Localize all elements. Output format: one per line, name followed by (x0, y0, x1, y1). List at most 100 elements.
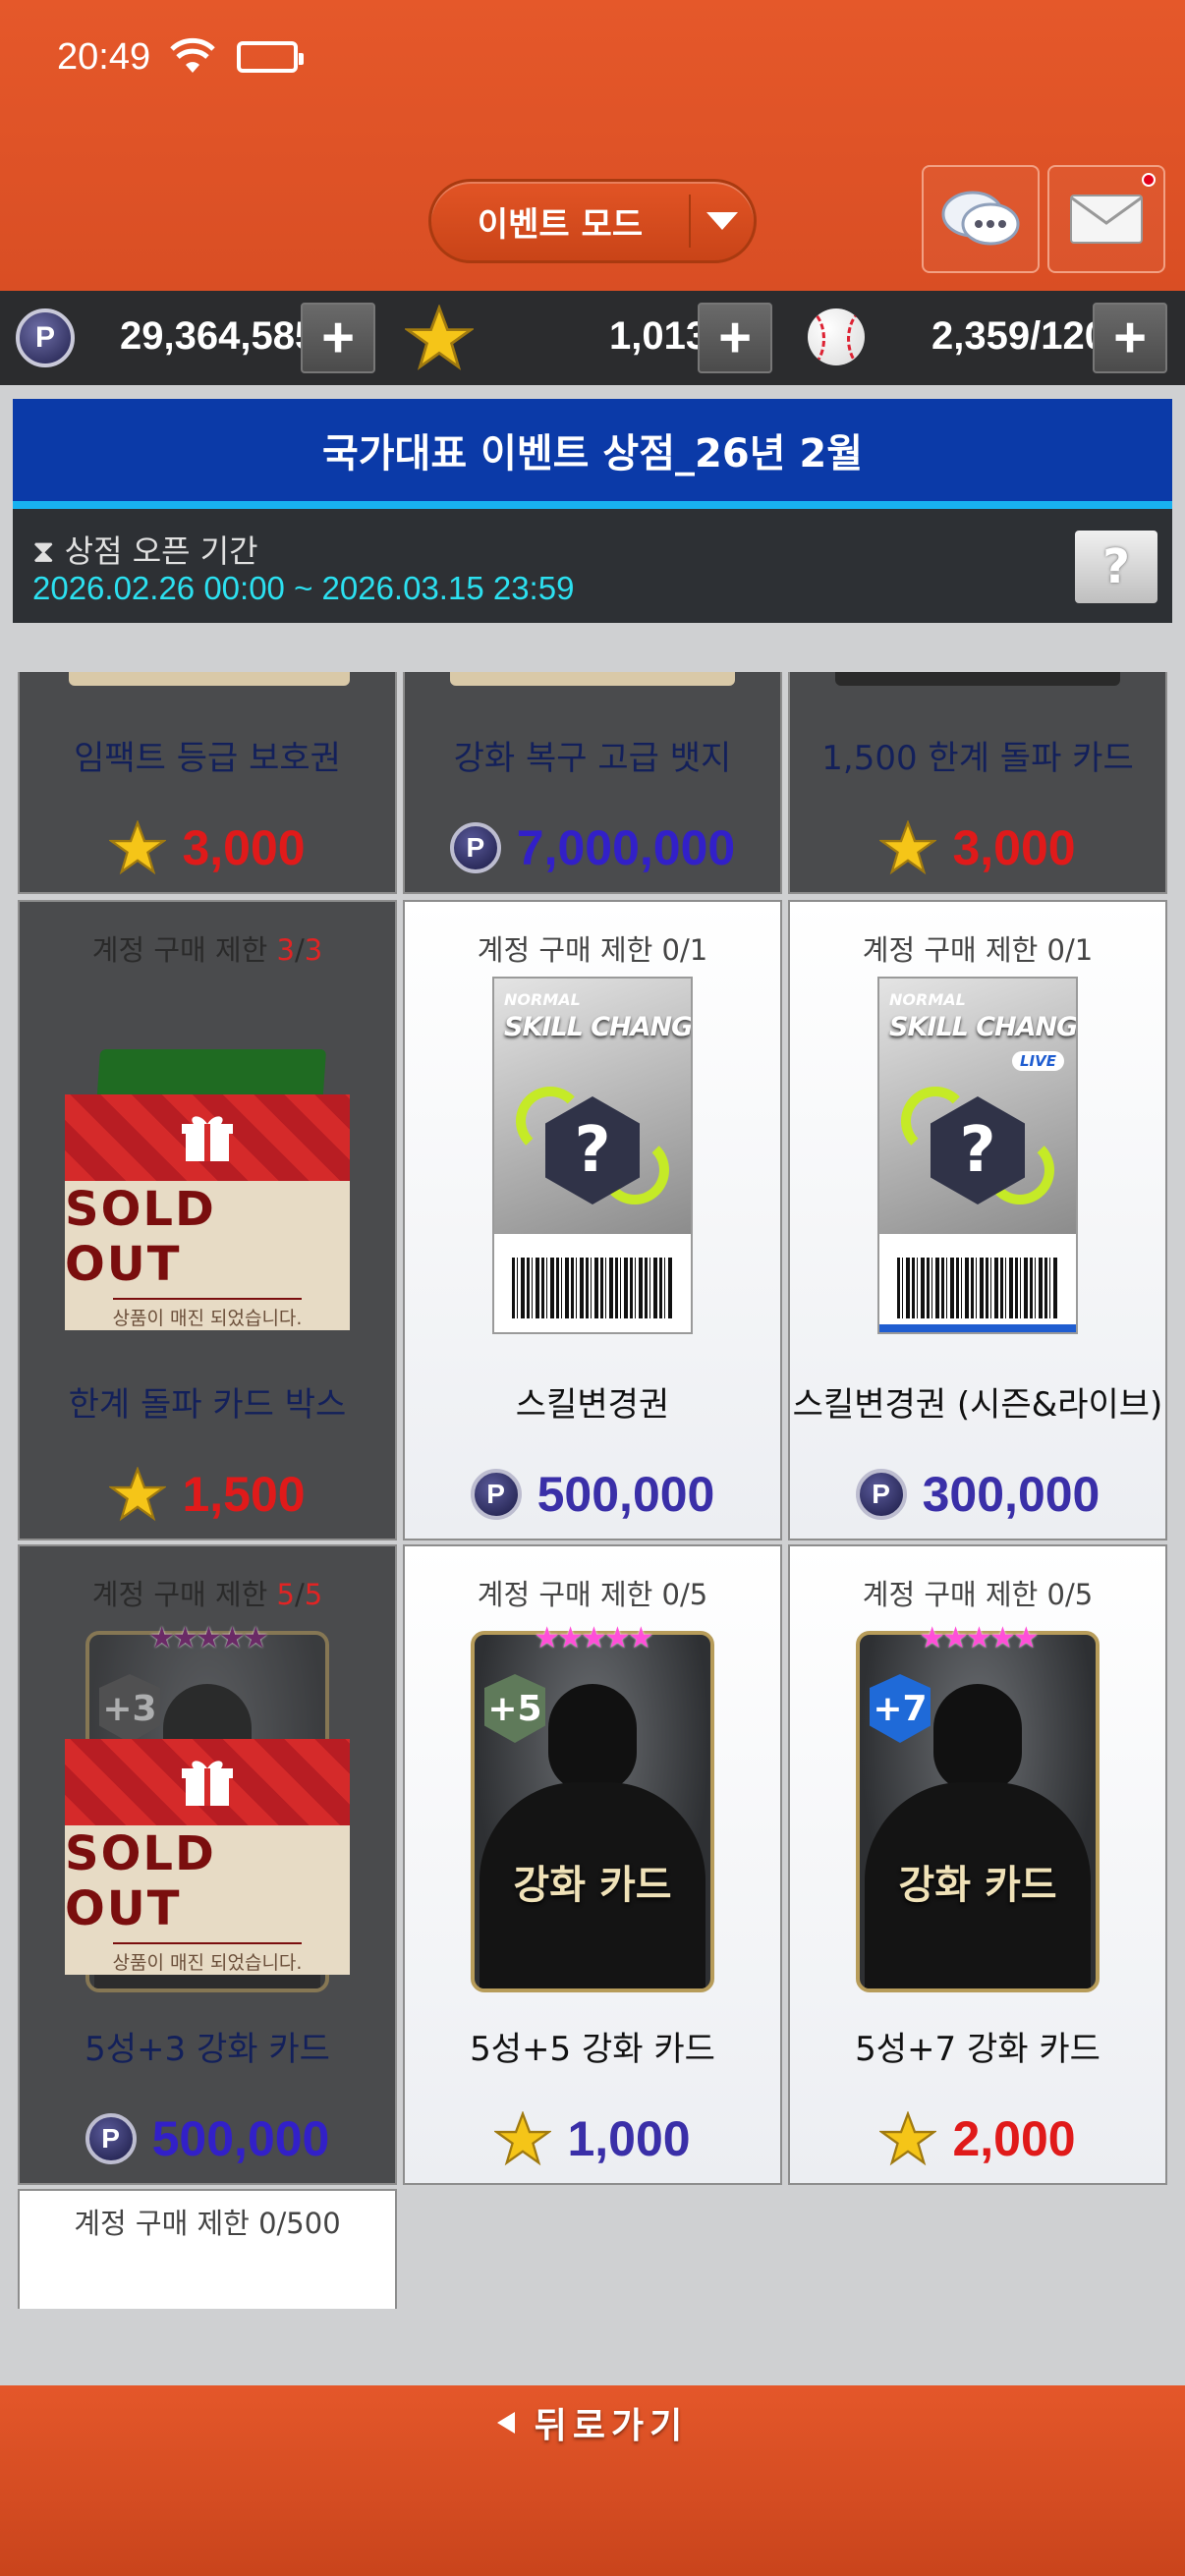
point-coin-icon: P (85, 2113, 137, 2164)
chat-button[interactable] (922, 165, 1040, 273)
period-label-row: ⧗ 상점 오픈 기간 (32, 527, 258, 572)
add-balls-button[interactable]: + (1093, 303, 1167, 373)
card-text: 강화 카드 (898, 1863, 1057, 1908)
notification-dot (1142, 173, 1156, 187)
price-value: 1,500 (182, 1467, 306, 1522)
live-badge: LIVE (1012, 1051, 1064, 1071)
points-value: 29,364,585 (120, 314, 317, 358)
price-value: 1,000 (567, 2111, 691, 2166)
item-price: P 300,000 (790, 1466, 1165, 1523)
five-star-rating: ★★★★★ (919, 1621, 1039, 1655)
add-stars-button[interactable]: + (698, 303, 772, 373)
purchase-limit: 계정 구매 제한 0/5 (477, 1578, 708, 1611)
item-card[interactable]: 계정 구매 제한 0/1 NORMAL SKILL CHANGE ? 스킬변경권… (403, 900, 782, 1540)
enhance-card-image: +7 강화 카드 (856, 1631, 1100, 1992)
shop-period: ⧗ 상점 오픈 기간 2026.02.26 00:00 ~ 2026.03.15… (13, 509, 1172, 623)
item-name: 5성+7 강화 카드 (855, 2030, 1100, 2069)
item-price: 2,000 (790, 2110, 1165, 2167)
shop-title: 국가대표 이벤트 상점_26년 2월 (13, 399, 1172, 509)
star-icon (494, 2111, 552, 2166)
item-price: P 500,000 (20, 2110, 395, 2167)
price-value: 500,000 (536, 1467, 715, 1522)
five-star-rating: ★★★★★ (534, 1621, 653, 1655)
gift-icon (182, 1116, 233, 1161)
item-name: 임팩트 등급 보호권 (74, 739, 341, 778)
item-price: P 500,000 (405, 1466, 780, 1523)
point-coin-icon: P (16, 308, 75, 367)
price-value: 3,000 (952, 820, 1076, 875)
sold-out-banner: SOLD OUT 상품이 매진 되었습니다. (65, 1739, 350, 1975)
item-grid[interactable]: 임팩트 등급 보호권 3,000 강화 복구 고급 뱃지 P 7,000,000… (0, 672, 1185, 2309)
gift-icon (182, 1761, 233, 1806)
purchase-limit: 계정 구매 제한 0/5 (862, 1578, 1094, 1611)
price-value: 300,000 (922, 1467, 1100, 1522)
purchase-limit: 계정 구매 제한 0/1 (862, 933, 1094, 967)
point-coin-icon: P (449, 822, 501, 873)
battery-icon (237, 41, 305, 73)
back-label: 뒤로가기 (534, 2406, 689, 2446)
mode-label: 이벤트 모드 (477, 204, 644, 245)
item-name: 5성+5 강화 카드 (470, 2030, 715, 2069)
plus-badge: +5 (484, 1674, 545, 1743)
price-value: 500,000 (151, 2111, 330, 2166)
sold-out-banner: SOLD OUT 상품이 매진 되었습니다. (65, 1094, 350, 1330)
purchase-limit: 계정 구매 제한 3/3 (91, 933, 323, 967)
five-star-rating: ★★★★★ (148, 1621, 268, 1655)
point-coin-icon: P (855, 1469, 907, 1520)
card-text: 강화 카드 (513, 1863, 672, 1908)
add-points-button[interactable]: + (301, 303, 375, 373)
enhance-card-image: +5 강화 카드 (471, 1631, 714, 1992)
purchase-limit: 계정 구매 제한 0/1 (477, 933, 708, 967)
clock: 20:49 (57, 35, 151, 78)
mode-selector[interactable]: 이벤트 모드 (428, 179, 757, 263)
item-price: 3,000 (20, 819, 395, 876)
item-card[interactable]: 계정 구매 제한 0/5 ★★★★★ +7 강화 카드 5성+7 강화 카드 2… (788, 1544, 1167, 2185)
purchase-limit: 계정 구매 제한 0/500 (74, 2207, 341, 2240)
stars-value: 1,013 (609, 314, 708, 358)
item-name: 강화 복구 고급 뱃지 (453, 739, 732, 778)
item-price: P 7,000,000 (405, 819, 780, 876)
star-icon (405, 305, 474, 370)
item-card[interactable]: 1,500 한계 돌파 카드 3,000 (788, 672, 1167, 894)
back-button[interactable]: 뒤로가기 (0, 2395, 1185, 2450)
star-icon (879, 820, 937, 875)
star-icon (109, 820, 167, 875)
plus-badge: +7 (870, 1674, 931, 1743)
wifi-icon (170, 37, 215, 77)
mail-button[interactable] (1047, 165, 1165, 273)
item-card[interactable]: 계정 구매 제한 5/5 ★★★★★ +3 SOLD OUT 상품이 매진 되었습… (18, 1544, 397, 2185)
item-name: 한계 돌파 카드 박스 (68, 1385, 347, 1425)
help-button[interactable]: ? (1075, 531, 1157, 603)
back-arrow-icon (496, 2412, 515, 2434)
item-price: 3,000 (790, 819, 1165, 876)
item-card[interactable]: 계정 구매 제한 0/1 NORMAL SKILL CHANGE LIVE ? … (788, 900, 1167, 1540)
purchase-limit: 계정 구매 제한 5/5 (91, 1578, 323, 1611)
item-card[interactable]: 강화 복구 고급 뱃지 P 7,000,000 (403, 672, 782, 894)
period-dates: 2026.02.26 00:00 ~ 2026.03.15 23:59 (32, 570, 575, 606)
item-price: 1,500 (20, 1466, 395, 1523)
price-value: 3,000 (182, 820, 306, 875)
item-price: 1,000 (405, 2110, 780, 2167)
item-card[interactable]: 계정 구매 제한 0/500 (18, 2189, 397, 2309)
balls-value: 2,359/120 (931, 314, 1106, 358)
star-icon (879, 2111, 937, 2166)
item-card[interactable]: 계정 구매 제한 3/3 SOLD OUT 상품이 매진 되었습니다. 한계 돌파… (18, 900, 397, 1540)
chat-icon (941, 191, 1020, 246)
point-coin-icon: P (470, 1469, 522, 1520)
period-label: 상점 오픈 기간 (64, 532, 258, 570)
status-bar: 20:49 (57, 29, 305, 84)
item-name: 1,500 한계 돌파 카드 (821, 739, 1134, 778)
mail-icon (1070, 195, 1143, 244)
item-card[interactable]: 계정 구매 제한 0/5 ★★★★★ +5 강화 카드 5성+5 강화 카드 1… (403, 1544, 782, 2185)
resource-bar: P 29,364,585 + 1,013 + 2,359/120 + (0, 291, 1185, 385)
item-card[interactable]: 임팩트 등급 보호권 3,000 (18, 672, 397, 894)
price-value: 7,000,000 (516, 820, 736, 875)
barcode (512, 1258, 673, 1318)
item-name: 스킬변경권 (시즌&라이브) (792, 1385, 1163, 1425)
price-value: 2,000 (952, 2111, 1076, 2166)
plus-badge: +3 (99, 1674, 160, 1743)
baseball-icon (808, 308, 865, 365)
item-name: 5성+3 강화 카드 (85, 2030, 330, 2069)
item-name: 스킬변경권 (515, 1385, 670, 1425)
chevron-down-icon[interactable] (691, 212, 754, 230)
